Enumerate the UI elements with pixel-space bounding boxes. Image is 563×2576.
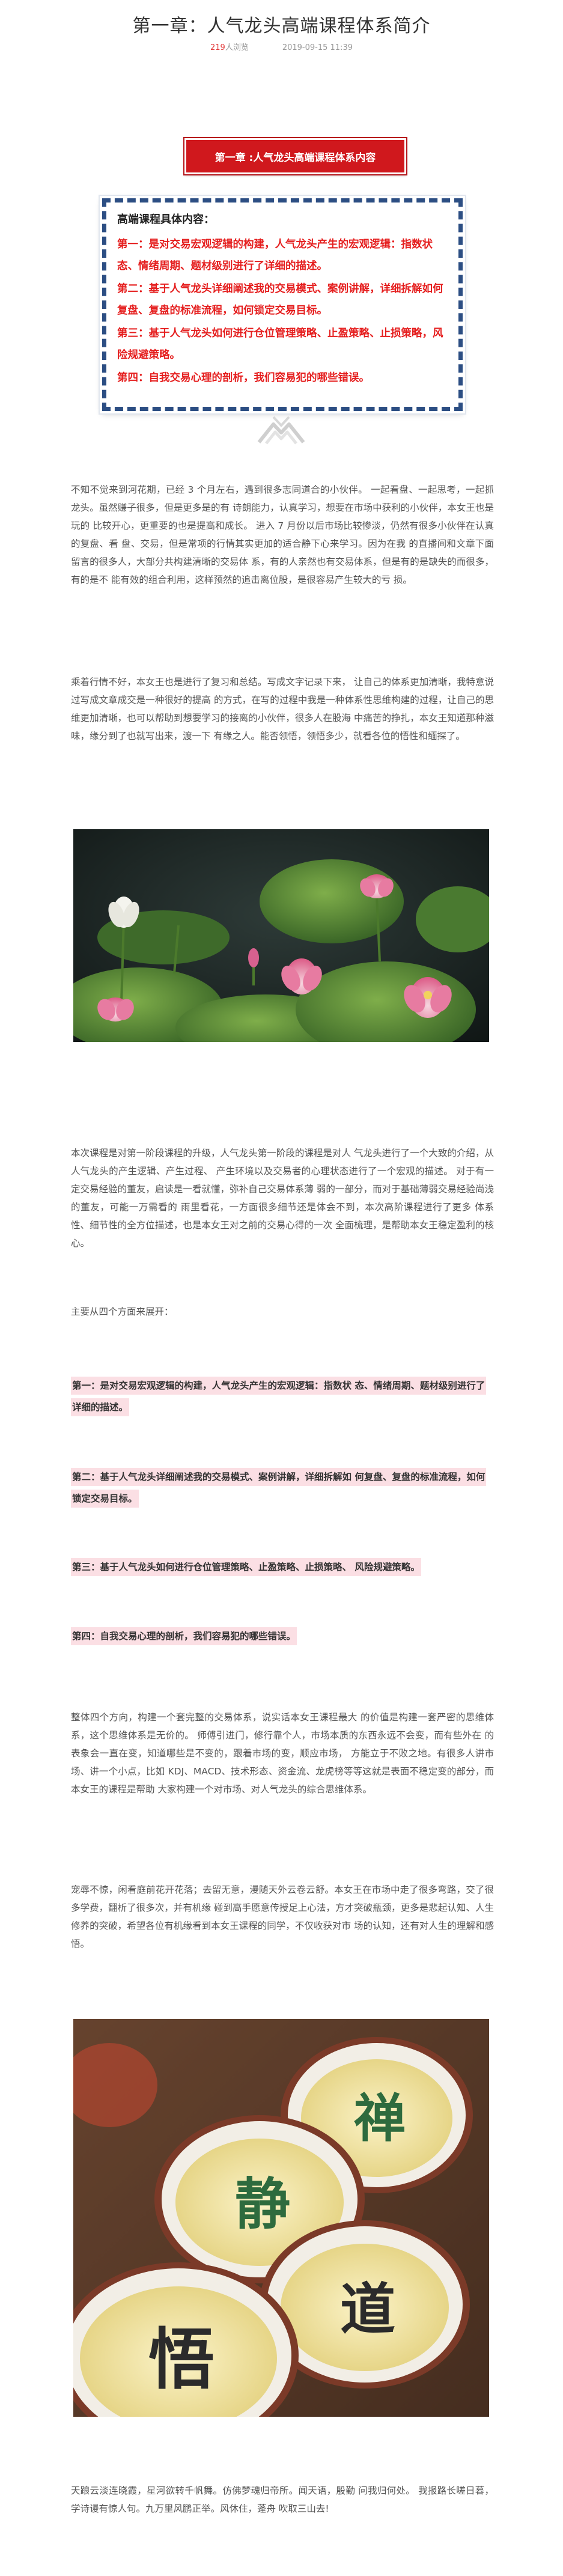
highlight-point: 第三：基于人气龙头如何进行仓位管理策略、止盈策略、止损策略、 风险规避策略。 — [71, 1556, 494, 1578]
tea-cup-char: 静 — [235, 2172, 290, 2236]
syllabus-box: 高端课程具体内容： 第一：是对交易宏观逻辑的构建，人气龙头产生的宏观逻辑：指数状… — [102, 198, 463, 411]
body-paragraph: 宠辱不惊，闲看庭前花开花落；去留无意，漫随天外云卷云舒。本女王在市场中走了很多弯… — [71, 1884, 494, 1949]
tea-cups-calligraphy-photo: 禅 静 道 悟 — [73, 2019, 489, 2417]
closing-poem: 天踉云淡连晓霞，星河欲转千帆舞。仿佛梦魂归帝所。闻天语，殷勤 问我归何处。 我报… — [71, 2485, 494, 2514]
publish-date: 2019-09-15 11:39 — [282, 43, 353, 52]
chapter-heading-box: 第一章 :人气龙头高端课程体系内容 — [184, 138, 406, 174]
article-meta: 219人浏览 2019-09-15 11:39 — [0, 41, 563, 52]
article-title: 第一章：人气龙头高端课程体系简介 — [132, 16, 431, 37]
lotus-pond-photo — [73, 829, 489, 1042]
view-count-suffix: 人浏览 — [225, 43, 249, 52]
body-paragraph: 不知不觉来到河花期，已经 3 个月左右，遇到很多志同道合的小伙伴。 一起看盘、一… — [71, 484, 494, 585]
chapter-heading-label: 第一章 :人气龙头高端课程体系内容 — [215, 151, 376, 164]
body-paragraph: 乘着行情不好，本女王也是进行了复习和总结。写成文字记录下来， 让自己的体系更加清… — [71, 677, 494, 741]
highlight-point: 第二：基于人气龙头详细阐述我的交易模式、案例讲解，详细拆解如 何复盘、复盘的标准… — [71, 1466, 494, 1509]
view-count: 219人浏览 — [210, 43, 249, 52]
view-count-number: 219 — [210, 43, 225, 52]
body-paragraph: 整体四个方向，构建一个套完整的交易体系，说实话本女王课程最大 的价值是构建一套严… — [71, 1712, 494, 1795]
highlight-point: 第四：自我交易心理的剖析，我们容易犯的哪些错误。 — [71, 1625, 494, 1647]
section-intro: 主要从四个方面来展开： — [71, 1306, 174, 1317]
highlight-text: 第二：基于人气龙头详细阐述我的交易模式、案例讲解，详细拆解如 何复盘、复盘的标准… — [71, 1468, 487, 1508]
tea-cup-char: 道 — [340, 2277, 395, 2342]
tea-cup-char: 悟 — [148, 2321, 215, 2398]
syllabus-item: 第三：基于人气龙头如何进行仓位管理策略、止盈策略、止损策略，风险规避策略。 — [117, 327, 443, 361]
highlight-point: 第一：是对交易宏观逻辑的构建，人气龙头产生的宏观逻辑：指数状 态、情绪周期、题材… — [71, 1375, 494, 1418]
highlight-text: 第三：基于人气龙头如何进行仓位管理策略、止盈策略、止损策略、 风险规避策略。 — [71, 1558, 421, 1576]
syllabus-heading: 高端课程具体内容： — [117, 213, 215, 226]
highlight-text: 第四：自我交易心理的剖析，我们容易犯的哪些错误。 — [71, 1627, 297, 1645]
syllabus-item: 第二：基于人气龙头详细阐述我的交易模式、案例讲解，详细拆解如何复盘、复盘的标准流… — [117, 283, 443, 317]
syllabus-item: 第一：是对交易宏观逻辑的构建，人气龙头产生的宏观逻辑：指数状态、情绪周期、题材级… — [117, 239, 433, 272]
body-paragraph: 本次课程是对第一阶段课程的升级，人气龙头第一阶段的课程是对人 气龙头进行了一个大… — [71, 1148, 494, 1249]
ribbon-flourish-icon — [257, 416, 305, 445]
highlight-text: 第一：是对交易宏观逻辑的构建，人气龙头产生的宏观逻辑：指数状 态、情绪周期、题材… — [71, 1377, 487, 1416]
tea-cup-char: 禅 — [354, 2088, 406, 2149]
syllabus-item: 第四：自我交易心理的剖析，我们容易犯的哪些错误。 — [117, 372, 370, 384]
article-page: 第一章：人气龙头高端课程体系简介 219人浏览 2019-09-15 11:39 … — [0, 0, 563, 2576]
